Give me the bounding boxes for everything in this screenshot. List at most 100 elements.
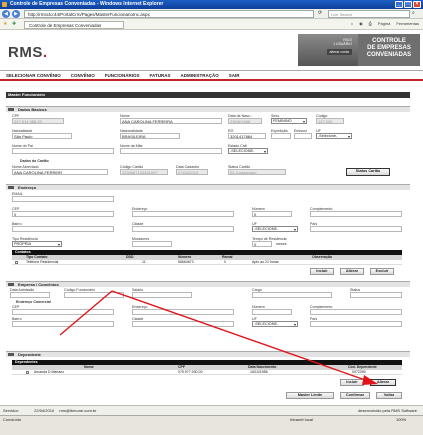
codigo-field[interactable]: 127.000 (316, 118, 344, 124)
refresh-icon[interactable]: ⟳ (318, 10, 322, 16)
system-name: CONTROLE DE EMPRESAS CONVENIADAS (358, 34, 420, 66)
menu-administracao[interactable]: ADMINISTRAÇÃO (180, 71, 218, 79)
natural-field[interactable]: São Paulo (12, 133, 72, 139)
collapse-icon[interactable] (8, 283, 14, 286)
row-checkbox[interactable] (15, 261, 18, 264)
minimize-button[interactable]: _ (395, 1, 403, 8)
contato-excluir-button[interactable]: Excluir (370, 268, 394, 275)
server-email: rms@ibmone.com.br (59, 408, 97, 413)
func-field[interactable] (64, 292, 124, 298)
menu-funcionarios[interactable]: FUNCIONÁRIOS (105, 71, 140, 79)
civil-select[interactable]: -SELECIONE- (228, 148, 268, 154)
back-icon[interactable]: ◀ (2, 10, 10, 18)
search-input[interactable]: Live Search (328, 10, 410, 18)
emissor-field[interactable] (294, 133, 312, 139)
main-content: Master Funcionário Dados Básicos CPF 047… (6, 92, 410, 402)
bairro-com-field[interactable] (12, 321, 114, 327)
menu-sair[interactable]: SAIR (229, 71, 240, 79)
collapse-icon[interactable] (8, 186, 14, 189)
add-favorites-icon[interactable]: ✚ (12, 21, 16, 27)
codigo-cartao-field[interactable]: 1234567123451007 (120, 169, 168, 175)
menu-faturas[interactable]: FATURAS (150, 71, 171, 79)
contato-alterar-button[interactable]: Alterar (340, 268, 364, 275)
section-endereco[interactable]: Endereço (6, 184, 410, 190)
num-com-field[interactable] (252, 309, 292, 315)
cidade-field[interactable] (132, 226, 234, 232)
zoom-level[interactable]: 100% (396, 416, 406, 424)
end-field[interactable] (132, 211, 234, 217)
pai-field[interactable] (12, 148, 114, 154)
master-limite-button[interactable]: Master Limite (286, 392, 334, 399)
nome-field[interactable]: ANA CAROLINA FERREIRA (120, 118, 222, 124)
voltar-button[interactable]: Voltar (376, 392, 402, 399)
user-role: 1 USUÁRIO (333, 42, 352, 46)
dependente-alterar-button[interactable]: Alterar (370, 379, 396, 386)
sexo-select[interactable]: FEMININO (271, 118, 307, 124)
row-checkbox[interactable] (26, 371, 29, 374)
collapse-icon[interactable] (8, 353, 14, 356)
cep-field[interactable]: 0 (12, 211, 114, 217)
comp-com-field[interactable] (310, 309, 402, 315)
cargo-field[interactable] (252, 292, 332, 298)
bairro-field[interactable] (12, 226, 114, 232)
uf-com-select[interactable]: -SELECIONE- (252, 321, 298, 327)
salario-field[interactable] (132, 292, 192, 298)
page-title: Master Funcionário (6, 92, 410, 98)
dependente-incluir-button[interactable]: Incluir (340, 379, 364, 386)
exped-field[interactable] (271, 133, 291, 139)
num-field[interactable]: 0 (252, 211, 292, 217)
nacional-field[interactable]: BRASILEIRA (120, 133, 180, 139)
section-empresa[interactable]: Empresa / Convênios (6, 281, 410, 287)
feeds-icon[interactable]: ◉ (359, 21, 363, 26)
cep-com-field[interactable] (12, 309, 114, 315)
abrev-field[interactable]: ANA CAROLINA FERREIR (12, 169, 108, 175)
forward-icon[interactable]: ▶ (12, 10, 20, 18)
page-menu[interactable]: Página (378, 21, 390, 26)
close-button[interactable]: × (413, 1, 421, 8)
uf-select[interactable]: -Selecione- (316, 133, 352, 139)
status-cartao-field[interactable]: 00-Cadastrado (228, 169, 286, 175)
search-icon[interactable]: ⌕ (412, 10, 415, 16)
moradores-field[interactable] (132, 241, 172, 247)
maximize-button[interactable]: □ (404, 1, 412, 8)
status-field[interactable] (350, 292, 402, 298)
pais-field[interactable] (310, 226, 402, 232)
menu-convenio[interactable]: CONVÊNIO (71, 71, 95, 79)
end-comercial-title: Endereço Comercial (16, 300, 51, 304)
url-input[interactable]: http://rmscto:44/PortalCrm/Pages/MasterF… (24, 10, 314, 18)
section-dados-basicos[interactable]: Dados Básicos (6, 106, 410, 112)
menu-selecionar-convenio[interactable]: SELECIONAR CONVÊNIO (6, 71, 61, 79)
email-field[interactable] (12, 196, 114, 202)
pais-com-field[interactable] (310, 321, 402, 327)
tab-current[interactable]: Controle de Empresas Conveniadas (24, 21, 124, 29)
end-com-field[interactable] (132, 309, 234, 315)
security-zone: Intranet local (290, 417, 313, 422)
collapse-icon[interactable] (8, 108, 14, 111)
cartao-title: Dados do Cartão (20, 159, 49, 163)
nasc-field[interactable]: 23/06/1986 (228, 118, 262, 124)
tempo-field[interactable]: 0 (252, 241, 272, 247)
load-status: Concluído (3, 417, 22, 422)
uf-end-select[interactable]: -SELECIONE- (252, 226, 298, 232)
rg-field[interactable]: 3201417884 (228, 133, 266, 139)
home-icon[interactable]: ⌂ (351, 21, 353, 26)
favorites-star-icon[interactable]: ★ (3, 21, 7, 27)
tipo-select[interactable]: PRÓPRIA (12, 241, 62, 247)
cidade-com-field[interactable] (132, 321, 234, 327)
confirmar-button[interactable]: Confirmar (340, 392, 370, 399)
table-row[interactable]: Telefone Residencial 11 56664673 0 Apto … (12, 260, 402, 265)
status-cartao-button[interactable]: Status Cartão (346, 168, 390, 176)
print-icon[interactable]: ⎙ (369, 21, 372, 26)
data-cadastro-field[interactable]: 27/04/2010 (176, 169, 208, 175)
comp-field[interactable] (310, 211, 402, 217)
section-dependente[interactable]: Dependente (6, 351, 410, 357)
change-account-link[interactable]: alterar conta (326, 49, 352, 55)
app-statusbar: Servidor: 22/04/2010 rms@ibmone.com.br d… (0, 405, 423, 415)
mae-field[interactable] (120, 148, 222, 154)
tools-menu[interactable]: Ferramentas (396, 21, 419, 26)
ie-icon (2, 2, 7, 7)
cpf-field[interactable]: 047.514.988-03 (12, 118, 64, 124)
table-row[interactable]: Amanda D Mariano 075.977.930-00 16/10/19… (12, 370, 402, 375)
contato-incluir-button[interactable]: Incluir (310, 268, 334, 275)
adm-field[interactable] (10, 292, 50, 298)
